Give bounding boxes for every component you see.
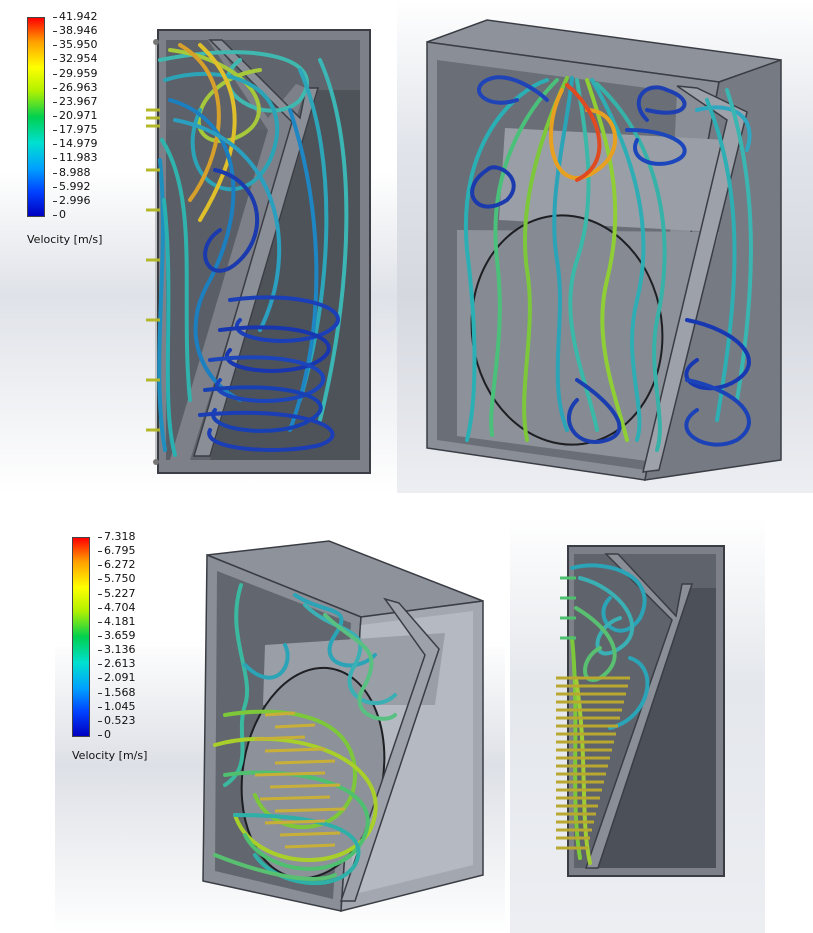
legend-tick: 0.523	[98, 713, 136, 727]
legend-tick: 11.983	[53, 151, 98, 165]
legend-tick: 2.613	[98, 657, 136, 671]
guide-handle-bottom	[153, 459, 159, 465]
legend-tick: 20.971	[53, 109, 98, 122]
legend-tick: 23.967	[53, 94, 98, 108]
legend-tick: 4.181	[98, 614, 136, 628]
legend-tick: 1.045	[98, 699, 136, 713]
legend-tick: 1.568	[98, 685, 136, 699]
legend-title-top: Velocity [m/s]	[27, 233, 103, 246]
legend-tick: 8.988	[53, 165, 91, 179]
legend-tick: 7.318	[98, 530, 136, 543]
flow-view-top-left: 41.942 38.946 35.950 32.954 29.959 26.96…	[0, 0, 400, 493]
flow-view-top-right	[397, 0, 813, 493]
legend-tick: 2.996	[53, 193, 91, 207]
legend-title-bottom: Velocity [m/s]	[72, 749, 148, 762]
legend-tick: 5.750	[98, 572, 136, 586]
legend-tick: 6.272	[98, 558, 136, 572]
legend-tick: 35.950	[53, 38, 98, 52]
legend-tick: 6.795	[98, 544, 136, 558]
legend-tick: 2.091	[98, 671, 136, 685]
guide-handle-top	[153, 39, 159, 45]
legend-colorbar-top	[27, 17, 45, 217]
legend-tick: 5.992	[53, 179, 91, 193]
legend-tick: 29.959	[53, 66, 98, 80]
legend-tick: 17.975	[53, 123, 98, 137]
legend-tick: 3.659	[98, 629, 136, 642]
enclosure-side-section-bottom	[556, 545, 725, 877]
legend-tick: 41.942	[53, 10, 98, 23]
legend-tick: 32.954	[53, 52, 98, 66]
legend-tick: 5.227	[98, 586, 136, 600]
legend-tick: 38.946	[53, 24, 98, 38]
legend-tick: 3.136	[98, 643, 136, 657]
legend-tick: 4.704	[98, 600, 136, 614]
enclosure-iso-view-top	[426, 19, 782, 481]
flow-view-bottom-left: 7.318 6.795 6.272 5.750 5.227 4.704 4.18…	[55, 515, 505, 933]
flow-view-bottom-right	[510, 518, 765, 933]
legend-tick: 0	[53, 208, 66, 221]
legend-tick: 14.979	[53, 137, 98, 151]
legend-tick: 0	[98, 728, 111, 741]
legend-colorbar-bottom	[72, 537, 90, 737]
legend-tick: 26.963	[53, 80, 98, 94]
